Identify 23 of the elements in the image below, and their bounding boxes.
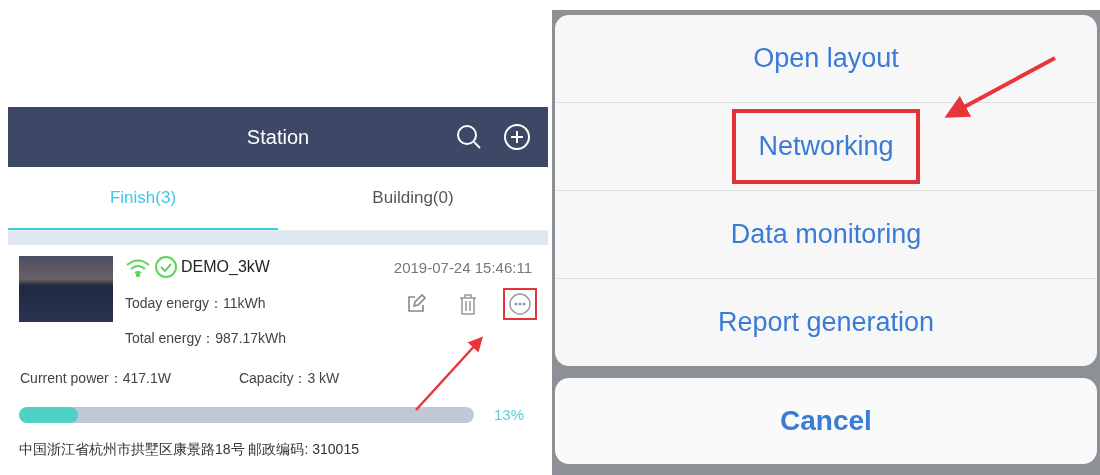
total-energy: Total energy：987.17kWh [125, 330, 288, 348]
wifi-icon [125, 257, 151, 277]
timestamp: 2019-07-24 15:46:11 [393, 258, 532, 276]
capacity: Capacity：3 kW [238, 370, 340, 388]
current-power: Current power：417.1W [20, 370, 171, 388]
screen-title: Station [246, 125, 310, 149]
menu-item[interactable]: Report generation [717, 307, 935, 338]
address: 中国浙江省杭州市拱墅区康景路18号 邮政编码: 310015 [19, 441, 360, 459]
more-icon [509, 293, 531, 315]
progress-percent: 13% [494, 406, 525, 423]
today-energy: Today energy：11kWh [125, 295, 266, 313]
station-name: DEMO_3kW [181, 258, 270, 276]
menu-item[interactable]: Open layout [753, 43, 899, 74]
search-icon[interactable] [456, 124, 482, 150]
more-button[interactable] [503, 288, 537, 320]
trash-icon [458, 293, 478, 315]
add-icon[interactable] [504, 124, 530, 150]
tab[interactable]: Building(0) [278, 167, 548, 230]
edit-icon [406, 294, 426, 314]
menu-item[interactable]: Networking [732, 109, 920, 184]
menu-item[interactable]: Data monitoring [730, 219, 922, 250]
check-circle-icon [155, 256, 177, 278]
cancel-button[interactable]: Cancel [555, 378, 1097, 464]
